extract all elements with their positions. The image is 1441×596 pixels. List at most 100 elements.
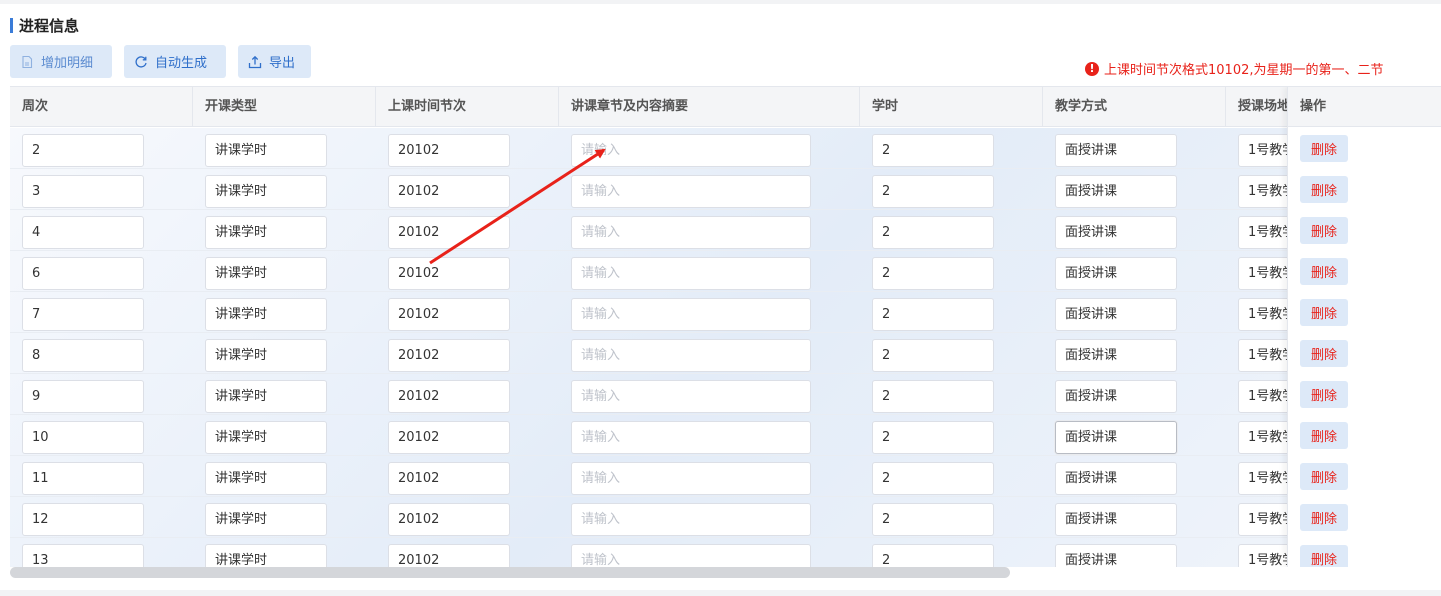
operation-column: 操作 删除 删除 删除 删除 删除 删除 删除 删除 删除 删除 删除 <box>1287 87 1441 567</box>
hours-input[interactable]: 2 <box>872 503 994 536</box>
hours-input[interactable]: 2 <box>872 257 994 290</box>
week-input[interactable]: 6 <box>22 257 144 290</box>
content-summary-input[interactable]: 请输入 <box>571 462 811 495</box>
content-summary-input[interactable]: 请输入 <box>571 380 811 413</box>
content-summary-input[interactable]: 请输入 <box>571 175 811 208</box>
course-type-input[interactable]: 讲课学时 <box>205 462 327 495</box>
course-type-input[interactable]: 讲课学时 <box>205 339 327 372</box>
content-summary-input[interactable]: 请输入 <box>571 216 811 249</box>
refresh-icon <box>135 55 147 68</box>
week-input[interactable]: 8 <box>22 339 144 372</box>
table-row: 13 讲课学时 20102 请输入 2 面授讲课 1号教学楼 <box>10 538 1441 567</box>
teaching-method-input[interactable]: 面授讲课 <box>1055 134 1177 167</box>
section-title: 进程信息 <box>10 15 79 35</box>
delete-row-button[interactable]: 删除 <box>1300 463 1348 490</box>
course-type-input[interactable]: 讲课学时 <box>205 380 327 413</box>
table-row: 9 讲课学时 20102 请输入 2 面授讲课 1号教学楼 <box>10 374 1441 415</box>
teaching-method-input[interactable]: 面授讲课 <box>1055 544 1177 567</box>
hours-input[interactable]: 2 <box>872 421 994 454</box>
teaching-method-input[interactable]: 面授讲课 <box>1055 462 1177 495</box>
teaching-method-input[interactable]: 面授讲课 <box>1055 380 1177 413</box>
teaching-method-input[interactable]: 面授讲课 <box>1055 175 1177 208</box>
column-header-content: 讲课章节及内容摘要 <box>559 87 860 127</box>
table-row: 11 讲课学时 20102 请输入 2 面授讲课 1号教学楼 <box>10 456 1441 497</box>
content-summary-input[interactable]: 请输入 <box>571 339 811 372</box>
course-type-input[interactable]: 讲课学时 <box>205 216 327 249</box>
column-header-week: 周次 <box>10 87 193 127</box>
delete-row-button[interactable]: 删除 <box>1300 299 1348 326</box>
hours-input[interactable]: 2 <box>872 216 994 249</box>
class-time-input[interactable]: 20102 <box>388 339 510 372</box>
hours-input[interactable]: 2 <box>872 380 994 413</box>
section-title-text: 进程信息 <box>19 16 80 35</box>
week-input[interactable]: 3 <box>22 175 144 208</box>
teaching-method-input[interactable]: 面授讲课 <box>1055 257 1177 290</box>
auto-generate-button[interactable]: 自动生成 <box>124 45 226 78</box>
hours-input[interactable]: 2 <box>872 544 994 567</box>
class-time-input[interactable]: 20102 <box>388 175 510 208</box>
teaching-method-input[interactable]: 面授讲课 <box>1055 298 1177 331</box>
course-type-input[interactable]: 讲课学时 <box>205 421 327 454</box>
content-summary-input[interactable]: 请输入 <box>571 298 811 331</box>
course-type-input[interactable]: 讲课学时 <box>205 257 327 290</box>
hours-input[interactable]: 2 <box>872 134 994 167</box>
week-input[interactable]: 12 <box>22 503 144 536</box>
teaching-method-input[interactable]: 面授讲课 <box>1055 339 1177 372</box>
table-row: 6 讲课学时 20102 请输入 2 面授讲课 1号教学楼 <box>10 251 1441 292</box>
warning-icon: ! <box>1085 61 1099 76</box>
course-type-input[interactable]: 讲课学时 <box>205 134 327 167</box>
delete-row-button[interactable]: 删除 <box>1300 422 1348 449</box>
horizontal-scrollbar-thumb[interactable] <box>10 567 1010 578</box>
content-summary-input[interactable]: 请输入 <box>571 421 811 454</box>
class-time-input[interactable]: 20102 <box>388 421 510 454</box>
content-summary-input[interactable]: 请输入 <box>571 134 811 167</box>
course-type-input[interactable]: 讲课学时 <box>205 503 327 536</box>
column-header-hours: 学时 <box>860 87 1043 127</box>
class-time-input[interactable]: 20102 <box>388 503 510 536</box>
delete-row-button[interactable]: 删除 <box>1300 258 1348 285</box>
content-summary-input[interactable]: 请输入 <box>571 257 811 290</box>
delete-row-button[interactable]: 删除 <box>1300 135 1348 162</box>
hours-input[interactable]: 2 <box>872 298 994 331</box>
class-time-input[interactable]: 20102 <box>388 298 510 331</box>
course-type-input[interactable]: 讲课学时 <box>205 544 327 567</box>
content-summary-input[interactable]: 请输入 <box>571 544 811 567</box>
week-input[interactable]: 11 <box>22 462 144 495</box>
table-row: 4 讲课学时 20102 请输入 2 面授讲课 1号教学楼 <box>10 210 1441 251</box>
delete-row-button[interactable]: 删除 <box>1300 545 1348 567</box>
teaching-method-input[interactable]: 面授讲课 <box>1055 421 1177 454</box>
time-format-hint: ! 上课时间节次格式10102,为星期一的第一、二节 <box>1085 59 1384 78</box>
table-row: 7 讲课学时 20102 请输入 2 面授讲课 1号教学楼 <box>10 292 1441 333</box>
hours-input[interactable]: 2 <box>872 462 994 495</box>
teaching-method-input[interactable]: 面授讲课 <box>1055 503 1177 536</box>
class-time-input[interactable]: 20102 <box>388 380 510 413</box>
delete-row-button[interactable]: 删除 <box>1300 340 1348 367</box>
class-time-input[interactable]: 20102 <box>388 257 510 290</box>
class-time-input[interactable]: 20102 <box>388 134 510 167</box>
column-header-operation: 操作 <box>1288 87 1441 127</box>
delete-row-button[interactable]: 删除 <box>1300 176 1348 203</box>
hours-input[interactable]: 2 <box>872 339 994 372</box>
course-type-input[interactable]: 讲课学时 <box>205 298 327 331</box>
week-input[interactable]: 4 <box>22 216 144 249</box>
toolbar: 增加明细 自动生成 导出 <box>10 45 323 78</box>
table-body: 2 讲课学时 20102 请输入 2 面授讲课 1号教学楼 3 讲课学时 20102 请输入 2 面授讲… <box>10 128 1441 567</box>
week-input[interactable]: 2 <box>22 134 144 167</box>
week-input[interactable]: 7 <box>22 298 144 331</box>
delete-row-button[interactable]: 删除 <box>1300 217 1348 244</box>
week-input[interactable]: 9 <box>22 380 144 413</box>
add-detail-button[interactable]: 增加明细 <box>10 45 112 78</box>
week-input[interactable]: 10 <box>22 421 144 454</box>
delete-row-button[interactable]: 删除 <box>1300 504 1348 531</box>
class-time-input[interactable]: 20102 <box>388 544 510 567</box>
teaching-method-input[interactable]: 面授讲课 <box>1055 216 1177 249</box>
content-summary-input[interactable]: 请输入 <box>571 503 811 536</box>
delete-row-button[interactable]: 删除 <box>1300 381 1348 408</box>
hours-input[interactable]: 2 <box>872 175 994 208</box>
class-time-input[interactable]: 20102 <box>388 216 510 249</box>
week-input[interactable]: 13 <box>22 544 144 567</box>
hint-text: 上课时间节次格式10102,为星期一的第一、二节 <box>1104 63 1384 78</box>
course-type-input[interactable]: 讲课学时 <box>205 175 327 208</box>
class-time-input[interactable]: 20102 <box>388 462 510 495</box>
export-button[interactable]: 导出 <box>238 45 311 78</box>
